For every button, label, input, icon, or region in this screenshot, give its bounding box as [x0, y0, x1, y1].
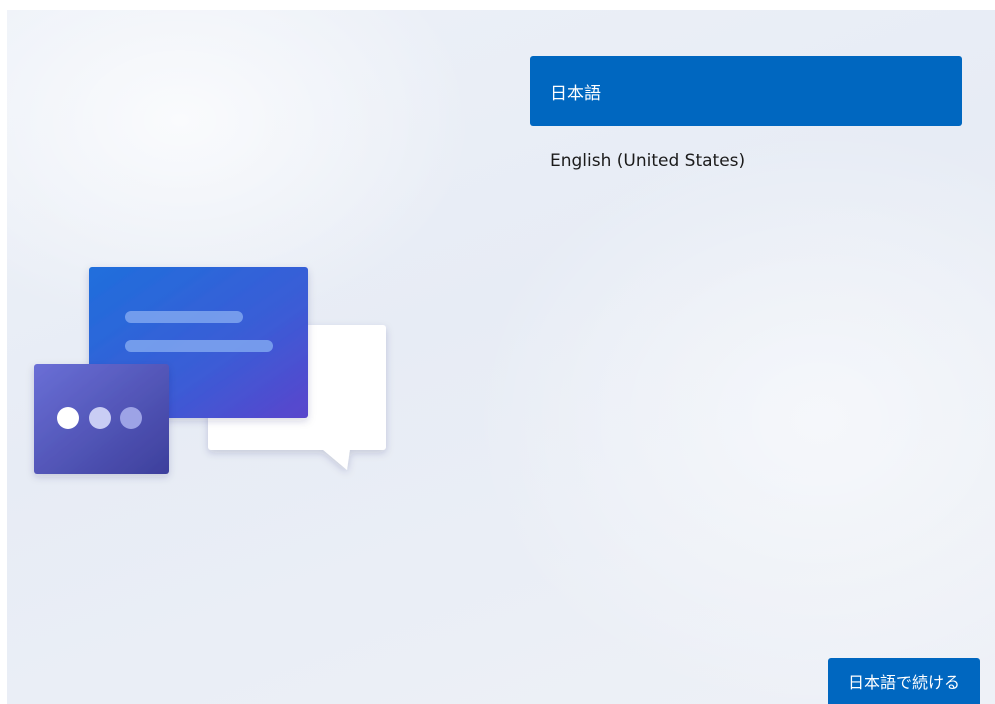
oobe-language-screen: 日本語 English (United States) 日本語で続ける: [0, 0, 995, 704]
chat-bubbles-illustration-icon: [34, 267, 386, 474]
language-option-english-us[interactable]: English (United States): [530, 126, 962, 196]
purple-typing-card: [34, 364, 169, 474]
language-list: 日本語 English (United States): [530, 56, 962, 196]
language-option-label: English (United States): [550, 151, 746, 171]
continue-button[interactable]: 日本語で続ける: [828, 658, 980, 704]
language-option-label: 日本語: [550, 83, 601, 104]
language-option-japanese[interactable]: 日本語: [530, 56, 962, 126]
